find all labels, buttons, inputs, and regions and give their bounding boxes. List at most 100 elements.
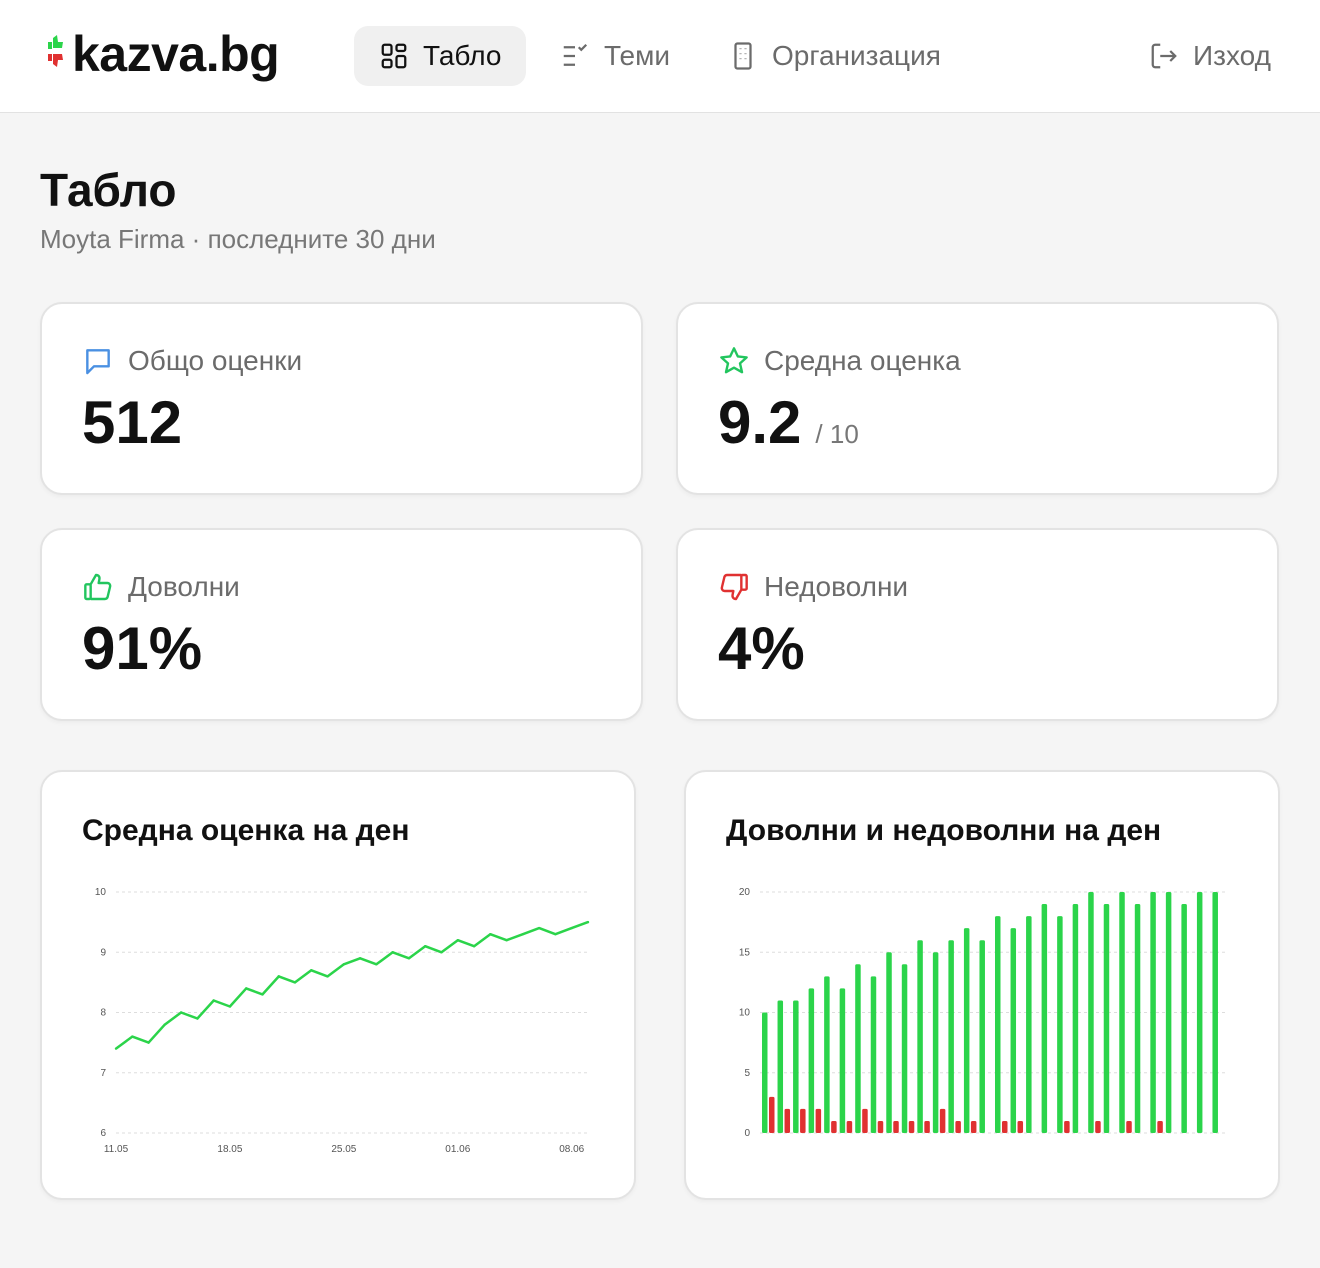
- bar-satisfied: [932, 952, 939, 1133]
- nav-dashboard[interactable]: Табло: [354, 26, 526, 86]
- bar-satisfied: [1026, 916, 1032, 1133]
- bar-dissatisfied: [939, 1108, 946, 1133]
- nav-topics-label: Теми: [604, 40, 670, 71]
- bar-dissatisfied: [815, 1108, 822, 1133]
- bar-dissatisfied: [877, 1120, 884, 1133]
- nav-organization-label: Организация: [772, 40, 941, 71]
- line-chart: 6 7 8 9 10 11.05 18.05 25.05 01.06 08.06: [95, 887, 590, 1155]
- page-subtitle: Moyta Firma · последните 30 дни: [40, 224, 436, 254]
- data-point: [537, 926, 541, 930]
- stat-label: Общо оценки: [128, 345, 303, 376]
- logo[interactable]: kazva.bg: [44, 24, 280, 84]
- y-tick-label: 7: [100, 1068, 106, 1079]
- chart-card-average-per-day: Средна оценка на ден 6 7 8 9 10 11.05 18.05 25.…: [40, 770, 636, 1200]
- bar-satisfied: [979, 940, 985, 1133]
- thumbs-down-icon: [720, 573, 748, 601]
- bar-satisfied: [793, 1000, 799, 1133]
- bar-satisfied: [1119, 892, 1125, 1133]
- data-point: [342, 963, 346, 966]
- y-tick-label: 8: [100, 1008, 106, 1019]
- x-tick-label: 08.06: [559, 1144, 584, 1155]
- data-point: [196, 1017, 199, 1020]
- y-tick-label: 5: [744, 1068, 750, 1079]
- y-tick-label: 0: [744, 1128, 750, 1139]
- page-title: Табло: [40, 164, 177, 216]
- stat-suffix: / 10: [815, 419, 859, 449]
- bar-satisfied: [1196, 892, 1203, 1133]
- bar-satisfied: [917, 940, 923, 1133]
- bar-dissatisfied: [769, 1096, 775, 1133]
- data-point: [505, 939, 508, 942]
- data-point: [456, 939, 459, 942]
- stat-value: 512: [82, 389, 183, 456]
- list-check-icon: [563, 43, 588, 66]
- bar-satisfied: [1057, 916, 1063, 1133]
- series-line: [115, 920, 589, 1050]
- thumbs-up-icon: [84, 573, 112, 601]
- bar-dissatisfied: [800, 1108, 806, 1133]
- bar-satisfied: [901, 964, 908, 1133]
- data-point: [424, 945, 427, 948]
- bar-dissatisfied: [908, 1120, 915, 1133]
- data-point: [131, 1035, 134, 1038]
- bar-satisfied: [1072, 904, 1079, 1133]
- x-tick-label: 11.05: [104, 1144, 129, 1155]
- bar-satisfied: [1010, 928, 1017, 1133]
- data-point: [326, 975, 329, 978]
- data-point: [489, 932, 492, 936]
- data-point: [212, 999, 215, 1002]
- bar-satisfied: [1212, 892, 1218, 1133]
- stat-card-dissatisfied: Недоволни 4%: [676, 528, 1279, 721]
- logout-label: Изход: [1193, 40, 1271, 71]
- data-point: [554, 932, 557, 936]
- bar-dissatisfied: [784, 1108, 791, 1133]
- data-point: [261, 993, 264, 996]
- bar-dissatisfied: [1126, 1120, 1132, 1133]
- x-tick-label: 01.06: [445, 1144, 470, 1155]
- data-point: [586, 920, 590, 924]
- bar-dissatisfied: [924, 1120, 930, 1133]
- stat-value: 91%: [82, 615, 203, 682]
- data-point: [407, 957, 411, 960]
- bar-satisfied: [1150, 892, 1156, 1133]
- stat-label: Средна оценка: [764, 345, 961, 376]
- stat-card-total-ratings: Общо оценки 512: [40, 302, 643, 495]
- nav-organization[interactable]: Организация: [703, 26, 968, 86]
- bar-satisfied: [1088, 892, 1094, 1133]
- bar-dissatisfied: [1002, 1120, 1008, 1133]
- top-navigation-bar: kazva.bg Табло Теми Организация Изход: [0, 0, 1320, 113]
- y-tick-label: 10: [739, 1008, 751, 1019]
- data-point: [391, 951, 394, 954]
- data-point: [358, 957, 362, 960]
- bar-satisfied: [777, 1000, 784, 1133]
- bar-chart: 0 5 10 15 20: [739, 887, 1226, 1139]
- logo-text: kazva.bg: [72, 26, 280, 82]
- nav-dashboard-label: Табло: [423, 40, 502, 71]
- stat-value: 9.2: [718, 389, 802, 456]
- chart-card-satisfied-dissatisfied-per-day: Доволни и недоволни на ден 0 5 10 15 20: [684, 770, 1280, 1200]
- bar-satisfied: [1134, 904, 1141, 1133]
- data-point: [114, 1047, 118, 1050]
- data-point: [277, 975, 280, 978]
- bar-satisfied: [839, 988, 846, 1133]
- bar-dissatisfied: [1157, 1120, 1163, 1133]
- y-tick-label: 9: [100, 947, 106, 958]
- y-tick-label: 15: [739, 947, 751, 958]
- data-point: [228, 1005, 232, 1008]
- stat-card-average-rating: Средна оценка 9.2 / 10: [676, 302, 1279, 495]
- data-point: [375, 963, 378, 966]
- bar-dissatisfied: [831, 1120, 837, 1133]
- bar-satisfied: [963, 928, 970, 1133]
- data-point: [163, 1023, 167, 1026]
- bar-dissatisfied: [893, 1120, 899, 1133]
- data-point: [179, 1011, 183, 1014]
- y-tick-label: 20: [739, 887, 751, 898]
- bar-dissatisfied: [1017, 1120, 1024, 1133]
- bar-satisfied: [808, 988, 815, 1133]
- nav-topics[interactable]: Теми: [535, 26, 695, 86]
- data-point: [245, 987, 248, 990]
- bar-satisfied: [870, 976, 877, 1133]
- logo-thumbs-icon: [48, 35, 63, 67]
- logout-button[interactable]: Изход: [1124, 26, 1296, 86]
- stat-card-satisfied: Доволни 91%: [40, 528, 643, 721]
